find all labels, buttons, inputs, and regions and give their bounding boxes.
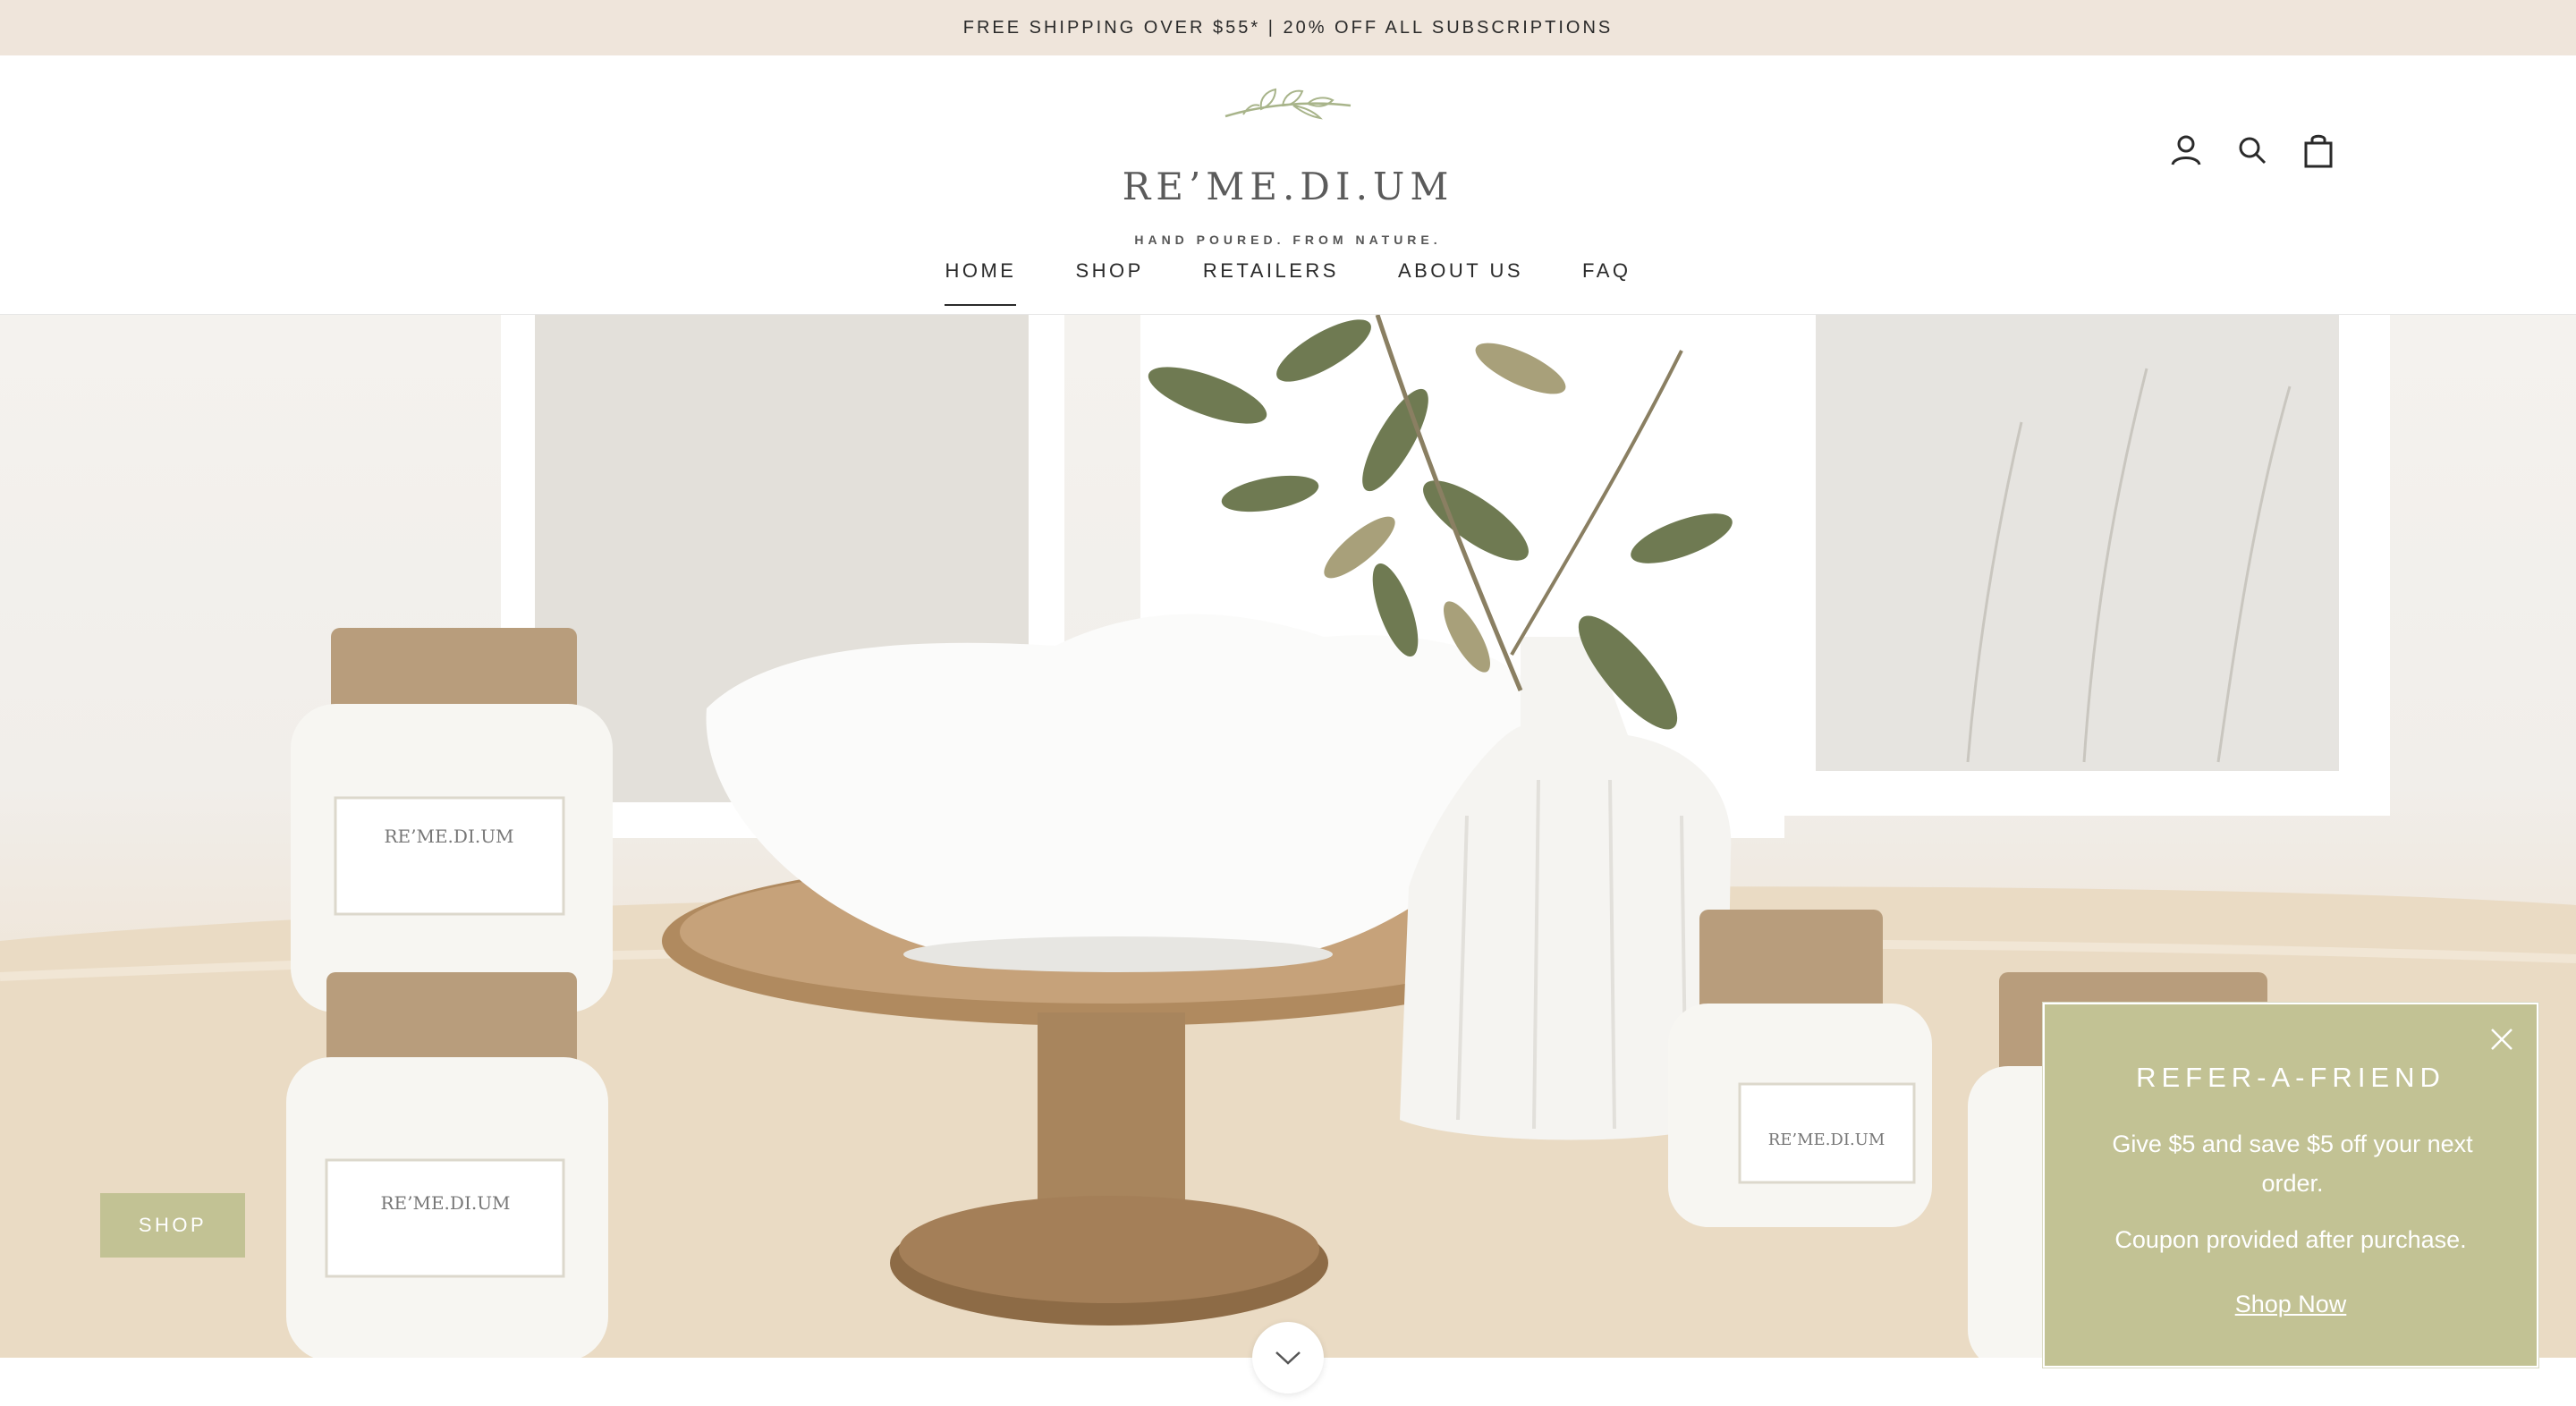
nav-faq[interactable]: FAQ	[1582, 259, 1631, 306]
site-header: RE’ME.DI.UM HAND POURED. FROM NATURE. HO…	[0, 55, 2576, 315]
scroll-down-button[interactable]	[1252, 1322, 1324, 1393]
brand-logo[interactable]: RE’ME.DI.UM HAND POURED. FROM NATURE.	[1109, 79, 1467, 258]
nav-retailers[interactable]: RETAILERS	[1203, 259, 1339, 306]
refer-a-friend-popup: REFER-A-FRIEND Give $5 and save $5 off y…	[2043, 1003, 2538, 1368]
chevron-down-icon	[1275, 1351, 1301, 1365]
close-icon[interactable]	[2488, 1026, 2515, 1053]
hero-shop-button[interactable]: SHOP	[100, 1193, 245, 1258]
nav-about-us[interactable]: ABOUT US	[1398, 259, 1523, 306]
refer-shop-now-link[interactable]: Shop Now	[2045, 1291, 2537, 1318]
cart-icon[interactable]	[2302, 132, 2334, 168]
search-icon[interactable]	[2236, 132, 2268, 168]
refer-offer-text: Give $5 and save $5 off your next order.	[2112, 1131, 2473, 1197]
main-nav: HOME SHOP RETAILERS ABOUT US FAQ	[0, 259, 2576, 306]
candle-label-text: RE’ME.DI.UM	[1768, 1131, 1885, 1149]
candle-label-text: RE’ME.DI.UM	[380, 1192, 510, 1214]
nav-shop[interactable]: SHOP	[1075, 259, 1143, 306]
candle-label-text: RE’ME.DI.UM	[384, 826, 513, 847]
sprig-logo-icon	[1224, 88, 1352, 120]
header-icons	[2170, 132, 2334, 168]
announcement-bar: FREE SHIPPING OVER $55* | 20% OFF ALL SU…	[0, 0, 2576, 55]
account-icon[interactable]	[2170, 132, 2202, 168]
refer-coupon-text: Coupon provided after purchase.	[2114, 1226, 2467, 1253]
announcement-text: FREE SHIPPING OVER $55* | 20% OFF ALL SU…	[962, 17, 1614, 38]
brand-tagline: HAND POURED. FROM NATURE.	[1134, 233, 1442, 247]
nav-home[interactable]: HOME	[945, 259, 1017, 306]
refer-title: REFER-A-FRIEND	[2136, 1062, 2445, 1093]
brand-wordmark: RE’ME.DI.UM	[1122, 165, 1454, 208]
